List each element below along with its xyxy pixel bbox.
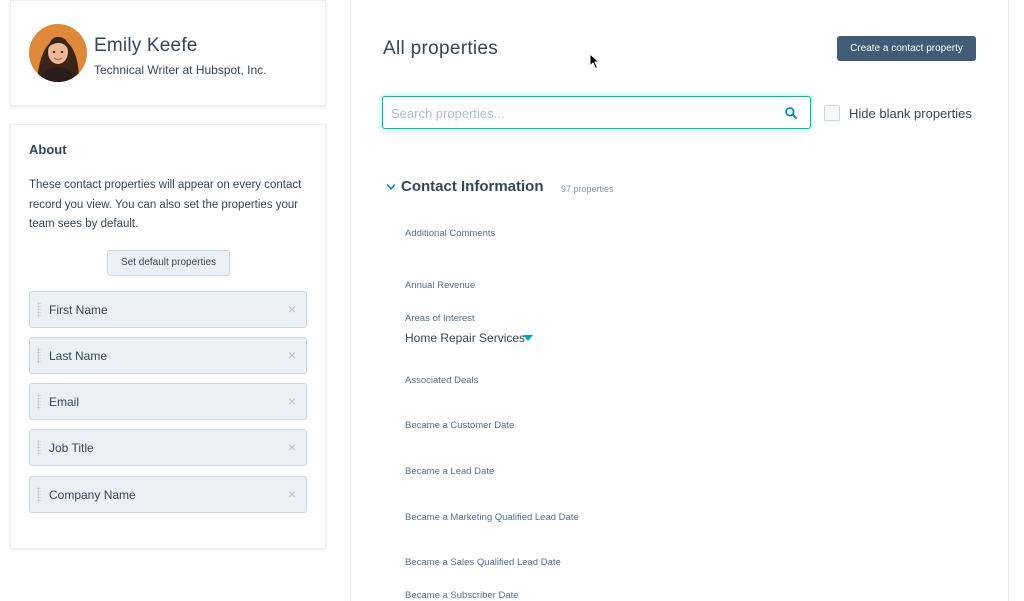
close-icon[interactable]: × bbox=[288, 393, 296, 409]
property-item-email[interactable]: Email × bbox=[29, 383, 307, 420]
about-description: These contact properties will appear on … bbox=[29, 179, 302, 230]
property-item-label: First Name bbox=[49, 303, 108, 317]
property-item-label: Job Title bbox=[49, 441, 94, 455]
field-label-became-lead-date: Became a Lead Date bbox=[405, 466, 495, 477]
drag-handle-icon[interactable] bbox=[37, 440, 41, 456]
property-item-label: Email bbox=[49, 395, 80, 409]
property-item-last-name[interactable]: Last Name × bbox=[29, 337, 307, 374]
field-label-areas-of-interest: Areas of Interest bbox=[405, 313, 475, 324]
avatar bbox=[29, 24, 87, 82]
close-icon[interactable]: × bbox=[288, 439, 296, 455]
search-input[interactable] bbox=[391, 103, 771, 123]
property-item-label: Company Name bbox=[49, 488, 136, 502]
field-label-annual-revenue: Annual Revenue bbox=[405, 280, 476, 291]
property-item-first-name[interactable]: First Name × bbox=[29, 291, 307, 328]
property-item-label: Last Name bbox=[49, 349, 108, 363]
areas-of-interest-select[interactable]: Home Repair Services bbox=[405, 331, 525, 345]
set-default-properties-button[interactable]: Set default properties bbox=[107, 250, 230, 276]
close-icon[interactable]: × bbox=[288, 301, 296, 317]
caret-down-icon[interactable] bbox=[523, 335, 533, 341]
column-divider bbox=[350, 0, 351, 601]
profile-card: Emily Keefe Technical Writer at Hubspot,… bbox=[10, 0, 326, 106]
property-item-job-title[interactable]: Job Title × bbox=[29, 429, 307, 466]
profile-title: Technical Writer at Hubspot, Inc. bbox=[94, 63, 267, 77]
drag-handle-icon[interactable] bbox=[37, 394, 41, 410]
left-sidebar: Emily Keefe Technical Writer at Hubspot,… bbox=[0, 0, 350, 601]
about-card: About These contact properties will appe… bbox=[10, 124, 326, 549]
hide-blank-checkbox[interactable] bbox=[824, 105, 840, 121]
field-label-became-customer-date: Became a Customer Date bbox=[405, 420, 515, 431]
property-item-company-name[interactable]: Company Name × bbox=[29, 476, 307, 513]
close-icon[interactable]: × bbox=[288, 486, 296, 502]
panel-edge bbox=[1008, 0, 1009, 601]
chevron-down-icon[interactable] bbox=[386, 182, 396, 192]
field-label-became-sql-date: Became a Sales Qualified Lead Date bbox=[405, 557, 561, 568]
search-icon[interactable] bbox=[784, 106, 798, 120]
page-title: All properties bbox=[383, 38, 499, 59]
close-icon[interactable]: × bbox=[288, 347, 296, 363]
drag-handle-icon[interactable] bbox=[37, 487, 41, 503]
about-heading: About bbox=[29, 142, 67, 157]
drag-handle-icon[interactable] bbox=[37, 348, 41, 364]
field-label-became-mql-date: Became a Marketing Qualified Lead Date bbox=[405, 512, 579, 523]
profile-name: Emily Keefe bbox=[94, 35, 198, 56]
field-label-additional-comments: Additional Comments bbox=[405, 228, 496, 239]
section-count: 97 properties bbox=[561, 184, 614, 194]
field-label-became-subscriber-date: Became a Subscriber Date bbox=[405, 590, 519, 601]
hide-blank-label[interactable]: Hide blank properties bbox=[849, 106, 972, 121]
drag-handle-icon[interactable] bbox=[37, 302, 41, 318]
create-contact-property-button[interactable]: Create a contact property bbox=[837, 36, 976, 61]
field-label-associated-deals: Associated Deals bbox=[405, 375, 479, 386]
search-box bbox=[382, 96, 811, 129]
section-title[interactable]: Contact Information bbox=[401, 178, 544, 195]
mouse-cursor-icon bbox=[589, 53, 601, 70]
